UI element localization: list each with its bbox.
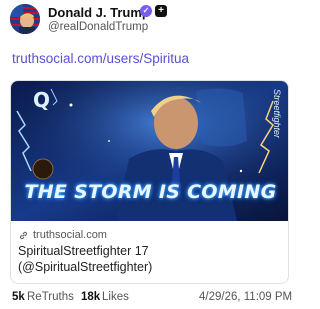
card-domain: truthsocial.com [33,229,107,241]
display-name[interactable]: Donald J. Trump [48,5,150,20]
post-timestamp[interactable]: 4/29/26, 11:09 PM [199,291,292,303]
link-icon [19,231,28,240]
user-handle[interactable]: @realDonaldTrump [48,21,148,33]
post-link[interactable]: truthsocial.com/users/Spiritua [12,51,189,66]
plus-badge-icon: + [155,5,167,17]
card-title[interactable]: SpiritualStreetfighter 17 (@SpiritualStr… [18,244,268,275]
image-caption: THE STORM IS COMING [24,181,277,203]
retruths-label[interactable]: ReTruths [27,291,74,303]
link-preview-card[interactable]: Q THE STORM IS COMING Streetfighter trut… [10,80,289,284]
likes-label[interactable]: Likes [102,291,129,303]
likes-count[interactable]: 18k [81,291,100,303]
truth-post: Donald J. Trump ✓ + @realDonaldTrump tru… [0,0,300,309]
avatar[interactable] [10,4,40,34]
image-side-text: Streetfighter [272,89,282,139]
preview-image: Q THE STORM IS COMING Streetfighter [11,81,288,221]
svg-text:Q: Q [33,88,50,112]
verified-badge-icon: ✓ [140,5,152,17]
retruths-count[interactable]: 5k [12,291,25,303]
